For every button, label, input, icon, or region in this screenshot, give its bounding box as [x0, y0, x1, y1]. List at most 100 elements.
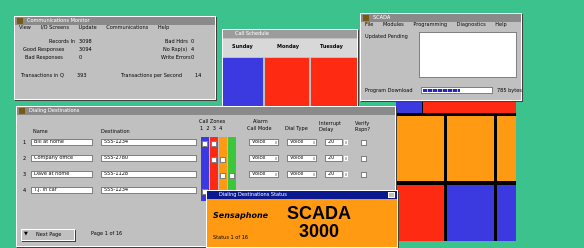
call-mode-dropdown-icon[interactable] — [274, 140, 278, 145]
transactions-per-second-label: Transactions per Second — [121, 73, 183, 79]
app-icon — [17, 18, 23, 24]
records-in-label: Records In — [49, 39, 76, 45]
header-destination: Destination — [101, 129, 130, 135]
sensaphone-label: Sensaphone — [213, 211, 269, 220]
menu-view[interactable]: View — [19, 25, 31, 31]
status-sub-label: Status 1 of 16 — [213, 235, 249, 241]
header-alarm: Alarm — [253, 119, 268, 125]
diag-title-bar[interactable]: SCADA — [361, 14, 521, 22]
interrupt-dropdown-icon[interactable] — [344, 140, 348, 145]
verify-checkbox[interactable] — [361, 140, 367, 146]
app-icon — [363, 15, 369, 21]
header-call-mode: Call Mode — [247, 126, 272, 132]
app-icon — [19, 108, 25, 114]
verify-checkbox[interactable] — [361, 156, 367, 162]
name-field[interactable]: Dave at home — [31, 171, 93, 178]
menu-modules[interactable]: Modules — [383, 22, 404, 28]
interrupt-dropdown-icon[interactable] — [344, 172, 348, 177]
product-display: SCADA 3000 — [281, 201, 365, 245]
stats-title-bar[interactable]: Communications Monitor — [15, 17, 215, 25]
dialing-title: Dialing Destinations — [29, 108, 80, 114]
destination-field[interactable]: 555-2780 — [101, 155, 197, 162]
stats-window[interactable]: Communications Monitor View I/O Screens … — [14, 16, 216, 100]
interrupt-dropdown-icon[interactable] — [344, 156, 348, 161]
arrow-down-icon: ▼ — [24, 231, 28, 237]
zone-checkbox[interactable] — [220, 157, 226, 163]
no-rsp-label: No Rsp(s) — [163, 47, 188, 53]
menu-programming[interactable]: Programming — [413, 22, 447, 28]
name-field[interactable]: Company office — [31, 155, 93, 162]
zone-checkbox[interactable] — [229, 173, 235, 179]
dial-type-dropdown-icon[interactable] — [312, 172, 316, 177]
progress-label: Program Download — [365, 88, 413, 94]
readout-window[interactable]: Dialing Destinations Status Sensaphone S… — [206, 190, 398, 248]
row-number: 2 — [23, 156, 27, 162]
zone-checkbox[interactable] — [202, 141, 208, 147]
name-field[interactable]: T.J. in car — [31, 187, 93, 194]
records-in-value: 3098 — [79, 39, 92, 45]
zone-checkbox[interactable] — [211, 157, 217, 163]
row-number: 4 — [23, 188, 27, 194]
destination-field[interactable]: 555-1234 — [101, 187, 197, 194]
menu-diagnostics[interactable]: Diagnostics — [457, 22, 486, 28]
destination-field[interactable]: 555-1128 — [101, 171, 197, 178]
header-dial-type: Dial Type — [285, 126, 308, 132]
bad-responses-label: Bad Responses — [25, 55, 63, 61]
row-number: 3 — [23, 172, 27, 178]
menu-help[interactable]: Help — [495, 22, 506, 28]
destination-field[interactable]: 555-1234 — [101, 139, 197, 146]
readout-title-bar[interactable]: Dialing Destinations Status — [207, 191, 397, 199]
no-rsp-value: 4 — [191, 47, 195, 53]
interrupt-field[interactable]: 20 — [325, 171, 343, 178]
block-red-1 — [396, 185, 444, 241]
menu-io-screens[interactable]: I/O Screens — [40, 25, 68, 31]
dial-type-dropdown-icon[interactable] — [312, 156, 316, 161]
schedule-title-bar[interactable]: Call Schedule — [223, 30, 357, 38]
progress-bar — [421, 87, 493, 94]
interrupt-field[interactable]: 20 — [325, 139, 343, 146]
close-icon[interactable] — [388, 192, 395, 198]
menu-file[interactable]: File — [365, 22, 373, 28]
write-errors-value: 0 — [191, 55, 195, 61]
header-name: Name — [33, 129, 48, 135]
stats-menu: View I/O Screens Update Communications H… — [15, 25, 215, 32]
verify-checkbox[interactable] — [361, 172, 367, 178]
header-verify: Verify Rspn? — [355, 121, 371, 133]
schedule-title: Call Schedule — [235, 31, 269, 37]
transactions-per-second-value: 14 — [195, 73, 202, 79]
menu-communications[interactable]: Communications — [106, 25, 148, 31]
good-responses-value: 3094 — [79, 47, 92, 53]
day-tuesday: Tuesday — [320, 44, 343, 50]
write-errors-label: Write Errors — [161, 55, 191, 61]
bad-hdrs-value: 0 — [191, 39, 195, 45]
zone-checkbox[interactable] — [220, 173, 226, 179]
header-interrupt: Interrupt Delay — [319, 121, 342, 133]
next-page-button[interactable]: ▼ Next Page — [21, 229, 75, 241]
block-orange-1 — [396, 116, 444, 181]
diag-menu: File Modules Programming Diagnostics Hel… — [361, 22, 521, 29]
diag-window[interactable]: SCADA File Modules Programming Diagnosti… — [360, 13, 522, 101]
menu-update[interactable]: Update — [79, 25, 97, 31]
call-mode-dropdown-icon[interactable] — [274, 156, 278, 161]
color-grid — [396, 100, 516, 241]
day-sunday: Sunday — [232, 44, 253, 50]
bad-responses-value: 0 — [79, 55, 83, 61]
block-red-top — [423, 100, 516, 113]
updated-pending-box[interactable] — [419, 32, 517, 78]
progress-fill — [423, 89, 460, 92]
dial-type-dropdown-icon[interactable] — [312, 140, 316, 145]
dialing-title-bar[interactable]: Dialing Destinations — [17, 107, 395, 115]
product-model: 3000 — [299, 221, 340, 241]
name-field[interactable]: Bill at home — [31, 139, 93, 146]
next-page-label: Next Page — [36, 232, 62, 238]
menu-help[interactable]: Help — [158, 25, 169, 31]
zone-checkbox[interactable] — [211, 141, 217, 147]
interrupt-field[interactable]: 20 — [325, 155, 343, 162]
readout-title: Dialing Destinations Status — [219, 192, 287, 198]
transactions-queue-value: 393 — [77, 73, 87, 79]
header-call-zones: Call Zones — [199, 119, 226, 125]
diag-title: SCADA — [373, 15, 391, 21]
progress-value: 785 bytes — [497, 88, 522, 94]
call-mode-dropdown-icon[interactable] — [274, 172, 278, 177]
block-blue-top-left — [396, 100, 422, 113]
